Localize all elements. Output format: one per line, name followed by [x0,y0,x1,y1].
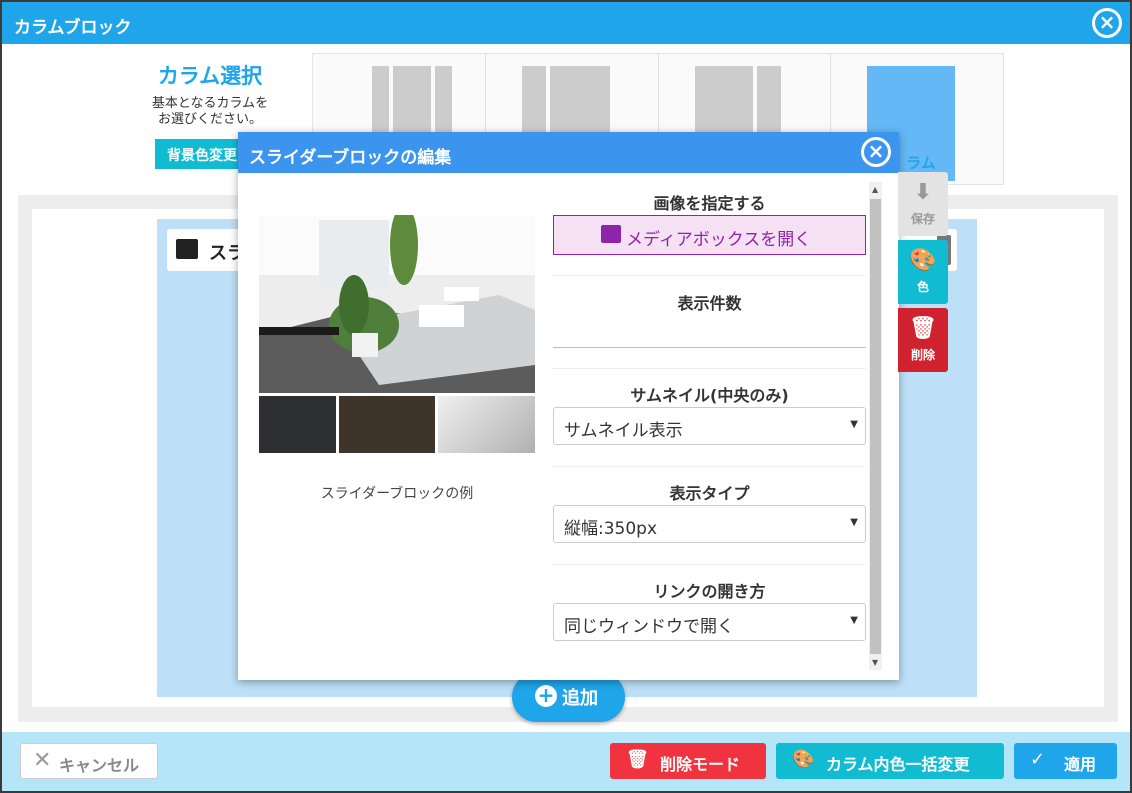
divider [553,564,866,565]
preview-caption: スライダーブロックの例 [320,486,474,502]
column-select-heading: カラム選択 [157,64,263,88]
link-target-select-value: 同じウィンドウで開く [564,617,734,637]
link-target-select[interactable]: 同じウィンドウで開く ▼ [553,603,866,641]
save-tool-button[interactable]: ⬇ 保存 [898,172,948,236]
thumbnail-select-value: サムネイル表示 [564,421,683,441]
apply-label: 適用 [1064,755,1097,774]
add-button-label: 追加 [562,688,598,709]
chevron-down-icon: ▼ [850,517,858,528]
apply-button[interactable]: ✓ 適用 [1014,743,1117,779]
open-mediabox-button[interactable]: メディアボックスを開く [553,215,866,255]
chevron-down-icon: ▼ [850,419,858,430]
modal-scrollbar[interactable]: ▲ ▼ [869,182,882,670]
divider [553,466,866,467]
close-icon[interactable]: × [1092,8,1122,38]
description-line-1: 基本となるカラムを [151,96,269,111]
preview-thumb-1[interactable] [259,396,336,453]
modal-title: スライダーブロックの編集 [249,148,452,168]
count-input[interactable] [553,347,866,348]
image-icon [176,239,198,259]
thumbnail-section-label: サムネイル(中央のみ) [630,386,789,405]
column-select-description: 基本となるカラムを お選びください。 [140,96,280,128]
trash-icon: 🗑 [909,316,937,341]
delete-tool-label: 削除 [910,348,935,362]
mediabox-label: メディアボックスを開く [626,230,812,250]
display-type-section-label: 表示タイプ [669,484,750,503]
color-tool-label: 色 [916,280,929,294]
save-tool-label: 保存 [910,212,935,226]
display-type-select-value: 縦幅:350px [564,519,658,539]
trash-icon: 🗑 [626,749,649,770]
slider-preview: スライダーブロックの例 [259,215,535,502]
palette-icon: 🎨 [792,749,815,770]
palette-icon: 🎨 [909,248,937,273]
scroll-up-arrow-icon[interactable]: ▲ [872,185,878,194]
modal-titlebar: スライダーブロックの編集 × [238,132,899,173]
image-section-label: 画像を指定する [653,194,766,213]
preview-thumb-3[interactable] [438,396,535,453]
check-icon: ✓ [1030,749,1046,770]
cancel-button[interactable]: ✕ キャンセル [20,743,158,779]
column-option-label: ラム [906,154,936,172]
display-type-select[interactable]: 縦幅:350px ▼ [553,505,866,543]
image-icon [601,225,621,243]
slider-edit-modal: スライダーブロックの編集 × スライダーブロックの例 画像を指定する メディアボ… [238,132,899,680]
column-block-window: カラムブロック × カラム選択 基本となるカラムを お選びください。 背景色変更… [0,0,1132,793]
scroll-down-arrow-icon[interactable]: ▼ [872,658,878,667]
x-icon: ✕ [33,748,52,773]
preview-photo [259,215,535,393]
count-section-label: 表示件数 [677,294,742,313]
delete-mode-button[interactable]: 🗑 削除モード [610,743,766,779]
download-icon: ⬇ [913,180,933,205]
thumbnail-select[interactable]: サムネイル表示 ▼ [553,407,866,445]
preview-thumb-2[interactable] [339,396,435,453]
cancel-label: キャンセル [59,756,140,775]
preview-main-image [259,215,535,393]
column-color-change-button[interactable]: 🎨 カラム内色一括変更 [776,743,1004,779]
column-select-panel: カラム選択 基本となるカラムを お選びください。 [140,60,280,128]
description-line-2: お選びください。 [157,112,262,127]
scrollbar-thumb[interactable] [870,199,881,654]
divider [553,368,866,369]
chevron-down-icon: ▼ [850,615,858,626]
delete-mode-label: 削除モード [660,755,741,774]
modal-close-icon[interactable]: × [861,137,891,167]
plus-icon: + [535,685,557,707]
delete-tool-button[interactable]: 🗑 削除 [898,308,948,372]
divider [553,275,866,276]
footer-bar: ✕ キャンセル 🗑 削除モード 🎨 カラム内色一括変更 ✓ 適用 [2,732,1130,791]
link-section-label: リンクの開き方 [653,582,766,601]
window-title: カラムブロック [14,18,132,38]
color-tool-button[interactable]: 🎨 色 [898,240,948,304]
window-titlebar: カラムブロック × [2,2,1130,44]
color-all-label: カラム内色一括変更 [826,755,970,774]
